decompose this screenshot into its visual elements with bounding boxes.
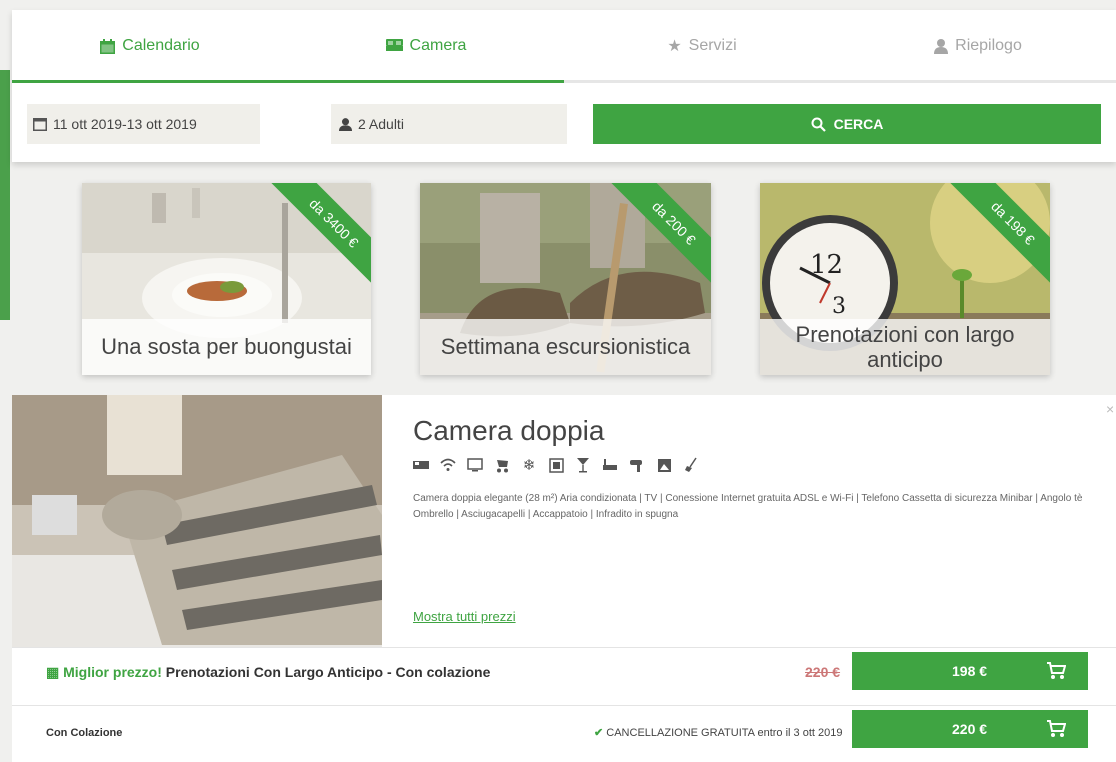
offer-card-gourmet[interactable]: da 3400 € Una sosta per buongustai — [82, 183, 371, 375]
tab-calendario[interactable]: Calendario — [12, 10, 288, 82]
rate-title: Prenotazioni Con Largo Anticipo - Con co… — [165, 664, 491, 680]
offer-title: Una sosta per buongustai — [82, 319, 371, 375]
booking-panel: Calendario Camera ★ Servizi Riepilogo 11… — [12, 10, 1116, 162]
cocktail-icon — [575, 457, 591, 473]
book-rate-button[interactable]: 220 € — [852, 710, 1088, 748]
step-progress-fill — [12, 80, 564, 83]
room-title: Camera doppia — [413, 415, 605, 446]
rate-name: ▦ Miglior prezzo! Prenotazioni Con Largo… — [46, 662, 490, 682]
tv-icon — [467, 457, 483, 473]
offer-title: Prenotazioni con largo anticipo — [760, 319, 1050, 375]
amenity-icons: ❄ — [413, 457, 699, 474]
bed-icon — [413, 457, 429, 473]
date-range-field[interactable]: 11 ott 2019-13 ott 2019 — [27, 104, 260, 144]
tab-label: Calendario — [122, 37, 200, 54]
search-icon — [811, 117, 826, 132]
room-description: Camera doppia elegante (28 m²) Aria cond… — [413, 493, 1083, 520]
calendar-icon — [33, 118, 47, 131]
book-rate-button[interactable]: 198 € — [852, 652, 1088, 690]
tab-servizi[interactable]: ★ Servizi — [564, 10, 840, 82]
old-price: 220 € — [805, 664, 841, 680]
step-progress-bar — [12, 80, 1116, 83]
offer-title: Settimana escursionistica — [420, 319, 711, 375]
best-price-badge: Miglior prezzo! — [63, 664, 162, 680]
cart-icon — [1047, 720, 1066, 737]
wifi-icon — [440, 457, 456, 473]
safe-icon — [548, 457, 564, 473]
tab-riepilogo[interactable]: Riepilogo — [840, 10, 1116, 82]
date-range-value: 11 ott 2019-13 ott 2019 — [53, 116, 197, 132]
star-icon: ★ — [667, 38, 682, 55]
guests-field[interactable]: 2 Adulti — [331, 104, 567, 144]
tab-label: Riepilogo — [955, 37, 1022, 54]
rate-row-best-price: ▦ Miglior prezzo! Prenotazioni Con Largo… — [12, 647, 1116, 705]
rate-price: 198 € — [952, 663, 988, 679]
free-cancellation: ✔ CANCELLAZIONE GRATUITA entro il 3 ott … — [594, 726, 842, 739]
search-button[interactable]: CERCA — [593, 104, 1101, 144]
offer-card-hiking[interactable]: da 200 € Settimana escursionistica — [420, 183, 711, 375]
tab-label: Servizi — [688, 37, 737, 54]
gift-icon: ▦ — [46, 664, 60, 680]
search-form: 11 ott 2019-13 ott 2019 2 Adulti CERCA — [12, 104, 1116, 144]
tab-label: Camera — [409, 37, 467, 54]
offer-card-early-booking[interactable]: 12 3 da 198 € Prenotazioni con largo ant… — [760, 183, 1050, 375]
check-icon: ✔ — [594, 727, 604, 739]
rate-title: Con Colazione — [46, 727, 123, 739]
bathtub-icon — [602, 457, 618, 473]
bed-icon — [385, 39, 403, 51]
user-icon — [339, 117, 352, 131]
room-card: Camera doppia ❄ Camera doppia elegante (… — [12, 395, 1116, 762]
stroller-icon — [494, 457, 510, 473]
rate-price: 220 € — [952, 721, 988, 737]
hairdryer-icon — [629, 457, 645, 473]
rate-row-breakfast: Con Colazione ✔ CANCELLAZIONE GRATUITA e… — [12, 705, 1116, 760]
step-tabs: Calendario Camera ★ Servizi Riepilogo — [12, 10, 1116, 82]
picture-icon — [656, 457, 672, 473]
guests-value: 2 Adulti — [358, 116, 404, 132]
calendar-icon — [100, 38, 116, 54]
tab-camera[interactable]: Camera — [288, 10, 564, 82]
search-button-label: CERCA — [833, 116, 884, 132]
svg-text:3: 3 — [832, 294, 846, 319]
broom-icon — [683, 457, 699, 473]
show-all-prices-link[interactable]: Mostra tutti prezzi — [413, 609, 516, 624]
cart-icon — [1047, 662, 1066, 679]
room-photo — [12, 395, 382, 647]
snowflake-icon: ❄ — [522, 457, 536, 474]
user-icon — [934, 38, 949, 54]
close-icon[interactable]: × — [1106, 401, 1114, 417]
cancellation-text: CANCELLAZIONE GRATUITA entro il 3 ott 20… — [606, 727, 843, 739]
offer-cards: da 3400 € Una sosta per buongustai da 20… — [0, 183, 1116, 375]
